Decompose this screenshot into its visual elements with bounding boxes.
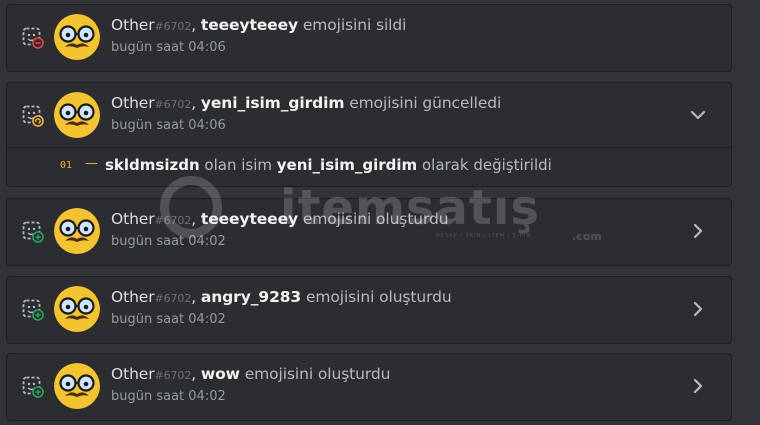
username[interactable]: Other — [111, 288, 155, 306]
change-text: skldmsizdn olan isim yeni_isim_girdim ol… — [105, 156, 552, 174]
action-text: emojisini oluşturdu — [305, 288, 452, 306]
discriminator: #6702 — [154, 98, 192, 111]
avatar[interactable] — [54, 208, 100, 254]
entry-summary: Other#6702, wow emojisini oluşturdu — [111, 365, 391, 383]
entry-summary: Other#6702, teeeyteeey emojisini sildi — [111, 16, 407, 34]
chevron-right-icon[interactable] — [689, 377, 707, 395]
avatar[interactable] — [54, 363, 100, 409]
change-number: 01 — [60, 160, 73, 171]
new-name: yeni_isim_girdim — [276, 156, 418, 174]
timestamp: bugün saat 04:06 — [111, 118, 226, 133]
chevron-down-icon[interactable] — [689, 106, 707, 124]
discriminator: #6702 — [154, 369, 192, 382]
emoji-create-icon — [22, 376, 44, 398]
chevron-right-icon[interactable] — [689, 300, 707, 318]
emoji-name: teeeyteeey — [200, 16, 298, 34]
audit-log-entry[interactable]: Other#6702, teeeyteeey emojisini sildi b… — [6, 4, 732, 72]
entry-summary: Other#6702, teeeyteeey emojisini oluştur… — [111, 210, 449, 228]
change-details: 01 — skldmsizdn olan isim yeni_isim_gird… — [7, 147, 731, 184]
action-text: emojisini sildi — [302, 16, 407, 34]
timestamp: bugün saat 04:06 — [111, 40, 226, 55]
old-name: skldmsizdn — [105, 156, 200, 174]
avatar[interactable] — [54, 286, 100, 332]
action-text: emojisini oluşturdu — [244, 365, 391, 383]
timestamp: bugün saat 04:02 — [111, 312, 226, 327]
entry-summary: Other#6702, yeni_isim_girdim emojisini g… — [111, 94, 502, 112]
action-text: emojisini oluşturdu — [302, 210, 449, 228]
emoji-delete-icon — [22, 27, 44, 49]
username[interactable]: Other — [111, 365, 155, 383]
change-dash: — — [85, 156, 98, 171]
change-mid: olan isim — [204, 156, 272, 174]
discriminator: #6702 — [154, 214, 192, 227]
audit-log-entry[interactable]: Other#6702, angry_9283 emojisini oluştur… — [6, 276, 732, 344]
username[interactable]: Other — [111, 94, 155, 112]
emoji-name: teeeyteeey — [200, 210, 298, 228]
username[interactable]: Other — [111, 16, 155, 34]
emoji-create-icon — [22, 299, 44, 321]
change-end: olarak değiştirildi — [421, 156, 552, 174]
timestamp: bugün saat 04:02 — [111, 234, 226, 249]
emoji-update-icon — [22, 105, 44, 127]
discriminator: #6702 — [154, 20, 192, 33]
audit-log-entry[interactable]: Other#6702, wow emojisini oluşturdu bugü… — [6, 353, 732, 421]
emoji-name: wow — [200, 365, 240, 383]
timestamp: bugün saat 04:02 — [111, 389, 226, 404]
chevron-right-icon[interactable] — [689, 222, 707, 240]
action-text: emojisini güncelledi — [349, 94, 502, 112]
discriminator: #6702 — [154, 292, 192, 305]
audit-log-entry-expanded[interactable]: Other#6702, yeni_isim_girdim emojisini g… — [6, 82, 732, 187]
emoji-create-icon — [22, 221, 44, 243]
avatar[interactable] — [54, 92, 100, 138]
entry-summary: Other#6702, angry_9283 emojisini oluştur… — [111, 288, 452, 306]
emoji-name: yeni_isim_girdim — [200, 94, 345, 112]
emoji-name: angry_9283 — [200, 288, 302, 306]
audit-log-entry[interactable]: Other#6702, teeeyteeey emojisini oluştur… — [6, 198, 732, 266]
avatar[interactable] — [54, 14, 100, 60]
username[interactable]: Other — [111, 210, 155, 228]
